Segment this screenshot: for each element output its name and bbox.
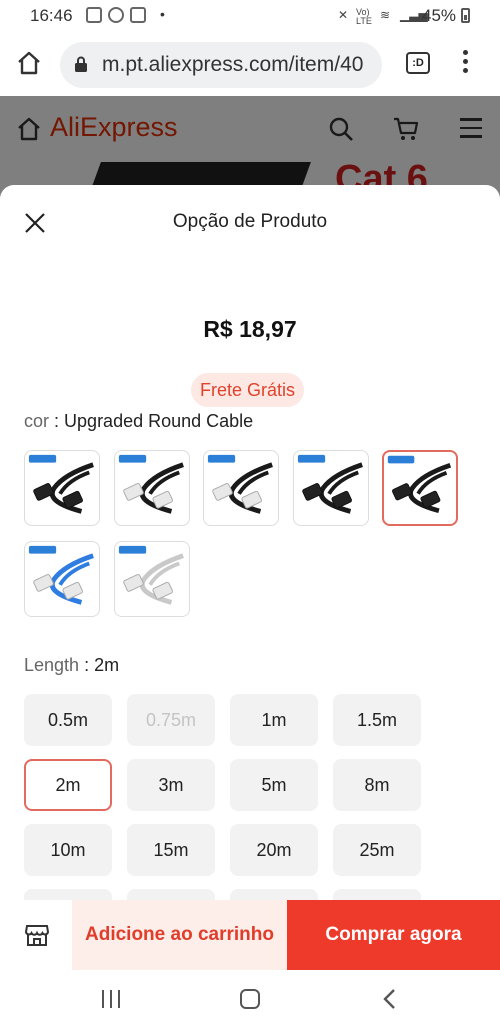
notification-icon bbox=[108, 7, 124, 23]
length-key: Length bbox=[24, 655, 80, 675]
length-option[interactable]: 5m bbox=[230, 759, 318, 811]
length-option[interactable]: 8m bbox=[333, 759, 421, 811]
system-home-icon[interactable] bbox=[240, 989, 260, 1009]
buy-now-button[interactable]: Comprar agora bbox=[287, 900, 500, 970]
product-price: R$ 18,97 bbox=[203, 316, 297, 342]
add-to-cart-button[interactable]: Adicione ao carrinho bbox=[72, 900, 287, 970]
length-option[interactable]: 20m bbox=[230, 824, 318, 876]
sheet-title: Opção de Produto bbox=[172, 211, 328, 232]
url-text: m.pt.aliexpress.com/item/40 bbox=[102, 53, 364, 76]
image-icon bbox=[130, 7, 146, 23]
action-bar: Adicione ao carrinho Comprar agora bbox=[0, 900, 500, 970]
browser-menu-icon[interactable] bbox=[458, 50, 472, 78]
length-label: Length : 2m bbox=[24, 655, 119, 676]
status-bar: 16:46 • ✕ Vo) LTE ≋ ▁▃▅ 45% bbox=[0, 0, 500, 32]
cable-image bbox=[118, 545, 184, 605]
store-button[interactable] bbox=[0, 900, 72, 970]
cable-image bbox=[28, 454, 94, 514]
color-selected-value: Upgraded Round Cable bbox=[64, 411, 254, 431]
free-shipping-badge: Frete Grátis bbox=[191, 373, 305, 407]
battery-icon bbox=[461, 8, 470, 23]
battery-text: 45% bbox=[422, 6, 457, 25]
color-key: cor bbox=[24, 411, 50, 431]
system-nav-bar bbox=[0, 970, 500, 1028]
cable-image bbox=[28, 545, 94, 605]
back-icon[interactable] bbox=[380, 988, 400, 1010]
browser-toolbar: m.pt.aliexpress.com/item/40 :D bbox=[0, 32, 500, 96]
color-option[interactable] bbox=[113, 450, 190, 526]
color-option[interactable] bbox=[203, 450, 279, 526]
wifi-icon: ≋ bbox=[380, 8, 391, 22]
status-time: 16:46 bbox=[30, 6, 73, 25]
color-label: cor : Upgraded Round Cable bbox=[24, 411, 253, 432]
notification-icon bbox=[86, 7, 102, 23]
color-separator: : bbox=[54, 411, 65, 431]
color-option[interactable] bbox=[113, 541, 190, 617]
length-option[interactable]: 15m bbox=[127, 824, 215, 876]
length-option[interactable]: 3m bbox=[127, 759, 215, 811]
more-notifications-icon: • bbox=[160, 6, 165, 22]
store-icon bbox=[24, 925, 50, 946]
mute-icon: ✕ bbox=[338, 8, 349, 22]
home-icon[interactable] bbox=[16, 50, 42, 76]
volte-icon: Vo) LTE bbox=[356, 7, 372, 26]
length-selected-value: 2m bbox=[94, 655, 120, 675]
length-option[interactable]: 1.5m bbox=[333, 694, 421, 746]
length-option[interactable]: 1m bbox=[230, 694, 318, 746]
length-option[interactable]: 25m bbox=[333, 824, 421, 876]
cable-image bbox=[207, 454, 273, 514]
address-bar[interactable]: m.pt.aliexpress.com/item/40 bbox=[60, 42, 382, 88]
product-option-sheet: Opção de Produto R$ 18,97 Frete Grátis c… bbox=[0, 185, 500, 971]
cable-image bbox=[297, 454, 363, 514]
recent-apps-icon[interactable] bbox=[100, 990, 122, 1008]
color-option[interactable] bbox=[24, 541, 100, 617]
color-option[interactable] bbox=[24, 450, 100, 526]
length-option[interactable]: 10m bbox=[24, 824, 112, 876]
length-option[interactable]: 0.5m bbox=[24, 694, 112, 746]
length-option[interactable]: 2m bbox=[24, 759, 112, 811]
tab-switcher-button[interactable]: :D bbox=[406, 52, 430, 74]
lock-icon bbox=[75, 56, 87, 72]
cable-image bbox=[118, 454, 184, 514]
color-option[interactable] bbox=[292, 450, 369, 526]
color-option[interactable] bbox=[382, 450, 458, 526]
length-option: 0.75m bbox=[127, 694, 215, 746]
cable-image bbox=[387, 455, 452, 514]
length-separator: : bbox=[79, 655, 95, 675]
